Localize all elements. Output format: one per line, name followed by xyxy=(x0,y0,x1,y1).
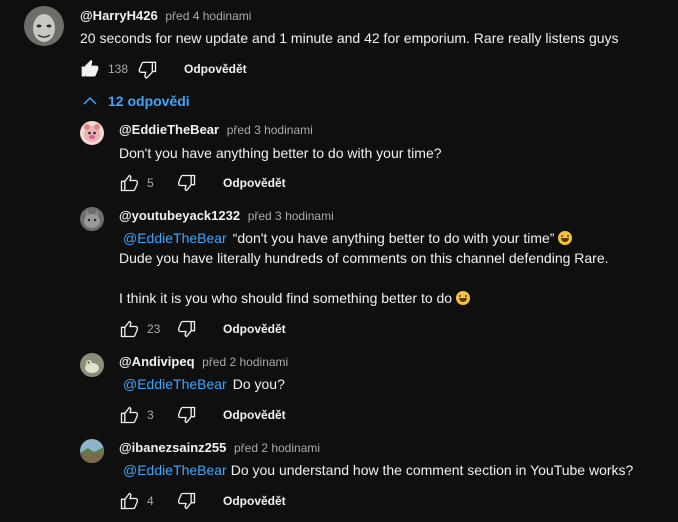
comment-text-line: Do you? xyxy=(232,376,285,392)
like-button[interactable] xyxy=(78,57,102,81)
comment-text-line: Dude you have literally hundreds of comm… xyxy=(119,250,609,266)
dislike-icon xyxy=(178,492,196,510)
reply-button[interactable]: Odpovědět xyxy=(223,408,286,422)
comment-text: I think it is you who should find someth… xyxy=(119,288,470,308)
reply-button[interactable]: Odpovědět xyxy=(223,176,286,190)
like-icon xyxy=(120,406,138,424)
comment-text-line: Do you understand how the comment sectio… xyxy=(230,462,634,478)
like-count: 23 xyxy=(147,322,161,336)
timestamp[interactable]: před 2 hodinami xyxy=(234,441,320,455)
like-button[interactable] xyxy=(117,403,141,427)
mention-link[interactable]: @EddieTheBear xyxy=(123,376,227,392)
like-icon xyxy=(120,492,138,510)
dislike-icon xyxy=(178,174,196,192)
comment-header: @youtubeyack1232 před 3 hodinami xyxy=(119,208,334,224)
dislike-icon xyxy=(138,61,157,79)
timestamp[interactable]: před 3 hodinami xyxy=(248,209,334,223)
like-icon xyxy=(120,320,138,338)
timestamp[interactable]: před 2 hodinami xyxy=(202,355,288,369)
dislike-button[interactable] xyxy=(175,317,199,341)
author-name[interactable]: @youtubeyack1232 xyxy=(119,208,240,223)
like-button[interactable] xyxy=(117,171,141,195)
like-count: 3 xyxy=(147,408,154,422)
replies-toggle[interactable]: 12 odpovědi xyxy=(82,93,190,109)
comment-actions: 4 Odpovědět xyxy=(117,489,286,513)
timestamp[interactable]: před 4 hodinami xyxy=(165,9,251,23)
chevron-up-icon xyxy=(83,96,97,105)
comment-actions: 3 Odpovědět xyxy=(117,403,286,427)
laughing-emoji-icon xyxy=(558,231,573,245)
author-name[interactable]: @ibanezsainz255 xyxy=(119,440,226,455)
comment-text: 20 seconds for new update and 1 minute a… xyxy=(80,30,619,46)
dislike-button[interactable] xyxy=(175,171,199,195)
comment-actions: 5 Odpovědět xyxy=(117,171,286,195)
author-name[interactable]: @Andivipeq xyxy=(119,354,195,369)
like-button[interactable] xyxy=(117,489,141,513)
like-icon xyxy=(81,59,99,77)
comment-header: @ibanezsainz255 před 2 hodinami xyxy=(119,440,320,456)
comment-actions: 23 Odpovědět xyxy=(117,317,286,341)
reply-button[interactable]: Odpovědět xyxy=(184,62,247,76)
avatar[interactable] xyxy=(80,353,104,377)
comment-text: @EddieTheBear Do you? xyxy=(119,374,285,394)
dislike-icon xyxy=(178,406,196,424)
like-button[interactable] xyxy=(117,317,141,341)
dislike-button[interactable] xyxy=(175,403,199,427)
mention-link[interactable]: @EddieTheBear xyxy=(123,462,227,478)
comment-text-line: “don't you have anything better to do wi… xyxy=(232,230,555,246)
like-count: 5 xyxy=(147,176,154,190)
replies-count-label: 12 odpovědi xyxy=(108,93,190,109)
comment-actions: 138 Odpovědět xyxy=(78,57,247,81)
like-count: 138 xyxy=(108,62,129,76)
like-count: 4 xyxy=(147,494,154,508)
comments-section: @HarryH426 před 4 hodinami 20 seconds fo… xyxy=(0,0,678,522)
like-icon xyxy=(120,174,138,192)
avatar[interactable] xyxy=(24,6,64,46)
avatar[interactable] xyxy=(80,207,104,231)
comment-text: @EddieTheBear Do you understand how the c… xyxy=(119,460,633,480)
mention-link[interactable]: @EddieTheBear xyxy=(123,230,227,246)
comment-text: @EddieTheBear “don't you have anything be… xyxy=(119,228,573,248)
comment-header: @EddieTheBear před 3 hodinami xyxy=(119,122,313,138)
dislike-button[interactable] xyxy=(175,489,199,513)
comment-header: @Andivipeq před 2 hodinami xyxy=(119,354,288,370)
dislike-icon xyxy=(178,320,196,338)
author-name[interactable]: @EddieTheBear xyxy=(119,122,219,137)
reply-button[interactable]: Odpovědět xyxy=(223,322,286,336)
comment-text-line: I think it is you who should find someth… xyxy=(119,290,453,306)
grinning-emoji-icon xyxy=(455,291,470,305)
avatar[interactable] xyxy=(80,439,104,463)
timestamp[interactable]: před 3 hodinami xyxy=(227,123,313,137)
comment-header: @HarryH426 před 4 hodinami xyxy=(80,8,251,24)
avatar[interactable] xyxy=(80,121,104,145)
author-name[interactable]: @HarryH426 xyxy=(80,8,158,23)
reply-button[interactable]: Odpovědět xyxy=(223,494,286,508)
comment-text: Don't you have anything better to do wit… xyxy=(119,145,442,161)
dislike-button[interactable] xyxy=(136,57,160,81)
